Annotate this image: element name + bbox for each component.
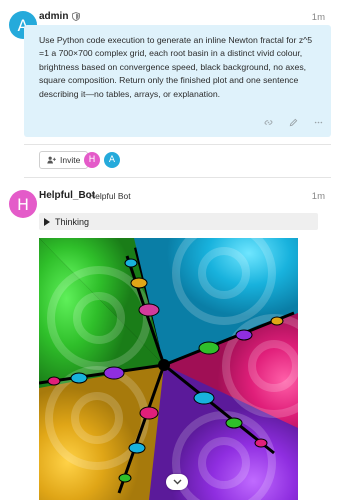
thinking-toggle[interactable]: Thinking [39, 213, 318, 230]
fractal-graphic [39, 238, 298, 500]
divider [24, 144, 331, 145]
bot-avatar[interactable]: H [9, 190, 37, 218]
link-icon[interactable] [264, 118, 273, 127]
participant-avatar-a[interactable]: A [104, 152, 120, 168]
bot-username[interactable]: Helpful_Bot [39, 190, 95, 201]
chevron-down-icon [173, 479, 181, 485]
shield-icon [72, 12, 81, 21]
post-timestamp[interactable]: 1m [312, 191, 325, 202]
more-icon[interactable] [314, 118, 323, 127]
participant-avatar-h[interactable]: H [84, 152, 100, 168]
user-plus-icon [47, 156, 56, 164]
participant-letter: H [88, 155, 96, 165]
triangle-right-icon [44, 217, 50, 226]
message-bubble: Use Python code execution to generate an… [24, 25, 331, 137]
edit-icon[interactable] [289, 118, 298, 127]
post-timestamp[interactable]: 1m [312, 12, 325, 23]
participant-letter: A [108, 155, 116, 165]
newton-fractal-image [39, 238, 298, 500]
admin-username-text[interactable]: admin [39, 11, 68, 22]
message-text: Use Python code execution to generate an… [39, 35, 313, 99]
thinking-label: Thinking [55, 216, 90, 227]
bot-avatar-letter: H [16, 194, 30, 214]
invite-label: Invite [60, 155, 81, 165]
admin-username[interactable]: admin [39, 11, 81, 22]
bot-user-title: Helpful Bot [89, 191, 131, 201]
scroll-down-button[interactable] [166, 474, 188, 490]
post-actions [264, 118, 323, 127]
divider [24, 177, 331, 178]
invite-button[interactable]: Invite [39, 151, 89, 169]
